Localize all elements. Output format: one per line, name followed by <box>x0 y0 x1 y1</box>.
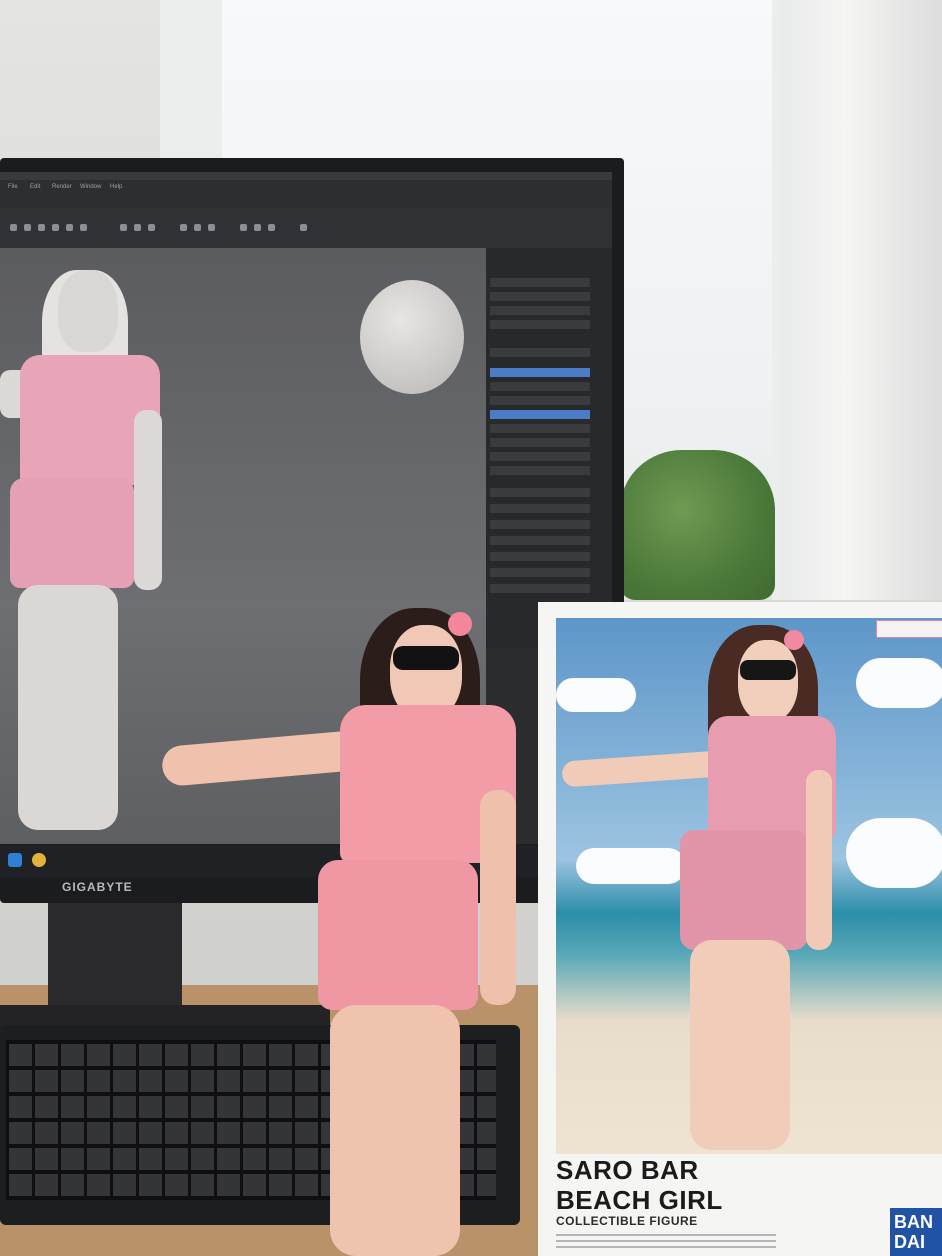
art-sunglasses-icon <box>740 660 796 680</box>
box-title: SARO BAR BEACH GIRL <box>556 1155 723 1215</box>
tool-icon[interactable] <box>120 224 127 231</box>
windows-icon[interactable] <box>8 853 22 867</box>
outliner-row[interactable] <box>490 396 590 405</box>
outliner-row[interactable] <box>490 488 590 497</box>
outliner-row[interactable] <box>490 466 590 475</box>
outliner-panel <box>486 248 612 648</box>
figure-arm-right <box>480 790 516 1005</box>
outliner-row[interactable] <box>490 536 590 545</box>
art-flower-icon <box>784 630 804 650</box>
menu-item-edit[interactable]: Edit <box>30 184 40 190</box>
outliner-row[interactable] <box>490 584 590 593</box>
menu-item-render[interactable]: Render <box>52 184 72 190</box>
hair-flower-icon <box>448 612 472 636</box>
outliner-row[interactable] <box>490 306 590 315</box>
bandai-logo: BAN DAI <box>890 1208 942 1256</box>
sunglasses-icon <box>393 646 459 670</box>
trees-outside <box>620 450 775 600</box>
tool-icon[interactable] <box>148 224 155 231</box>
outliner-row-selected[interactable] <box>490 368 590 377</box>
model-legs <box>18 585 118 830</box>
tool-icon[interactable] <box>38 224 45 231</box>
tool-icon[interactable] <box>10 224 17 231</box>
tool-icon[interactable] <box>134 224 141 231</box>
cloud <box>576 848 686 884</box>
cloud <box>556 678 636 712</box>
tool-icon[interactable] <box>240 224 247 231</box>
box-corner-tag <box>876 620 942 638</box>
outliner-row-selected[interactable] <box>490 410 590 419</box>
tool-icon[interactable] <box>194 224 201 231</box>
outliner-row[interactable] <box>490 278 590 287</box>
box-fine-print <box>556 1232 776 1248</box>
box-title-line1: SARO BAR <box>556 1155 699 1185</box>
outliner-row[interactable] <box>490 438 590 447</box>
outliner-row[interactable] <box>490 348 590 357</box>
outliner-row[interactable] <box>490 382 590 391</box>
app-toolbar <box>0 208 612 248</box>
art-arm-right <box>806 770 832 950</box>
outliner-row[interactable] <box>490 424 590 433</box>
box-title-line2: BEACH GIRL <box>556 1185 723 1215</box>
taskbar <box>0 845 612 877</box>
outliner-row[interactable] <box>490 504 590 513</box>
model-skirt <box>10 478 134 588</box>
art-skirt <box>680 830 808 950</box>
tool-icon[interactable] <box>268 224 275 231</box>
logo-line2: DAI <box>894 1232 925 1252</box>
figure-legs <box>330 1005 460 1256</box>
box-subtitle: COLLECTIBLE FIGURE <box>556 1214 698 1228</box>
model-arm-right <box>134 410 162 590</box>
model-sculpt-ball <box>360 280 464 394</box>
logo-line1: BAN <box>894 1212 933 1232</box>
tool-icon[interactable] <box>208 224 215 231</box>
tool-icon[interactable] <box>80 224 87 231</box>
app-menubar: File Edit Render Window Help <box>0 180 612 208</box>
outliner-row[interactable] <box>490 292 590 301</box>
outliner-row[interactable] <box>490 520 590 529</box>
tool-icon[interactable] <box>300 224 307 231</box>
monitor-brand: GIGABYTE <box>62 880 133 894</box>
tool-icon[interactable] <box>66 224 73 231</box>
menu-item-file[interactable]: File <box>8 184 18 190</box>
menu-item-window[interactable]: Window <box>80 184 101 190</box>
curtain <box>780 0 942 600</box>
chrome-icon[interactable] <box>32 853 46 867</box>
menu-item-help[interactable]: Help <box>110 184 122 190</box>
tool-icon[interactable] <box>254 224 261 231</box>
tool-icon[interactable] <box>52 224 59 231</box>
cloud <box>856 658 942 708</box>
tool-icon[interactable] <box>180 224 187 231</box>
art-face <box>738 640 798 722</box>
outliner-row[interactable] <box>490 552 590 561</box>
outliner-row[interactable] <box>490 568 590 577</box>
model-head <box>58 270 118 352</box>
figure-skirt <box>318 860 478 1010</box>
outliner-row[interactable] <box>490 320 590 329</box>
outliner-row[interactable] <box>490 452 590 461</box>
cloud <box>846 818 942 888</box>
art-legs <box>690 940 790 1150</box>
tool-icon[interactable] <box>24 224 31 231</box>
